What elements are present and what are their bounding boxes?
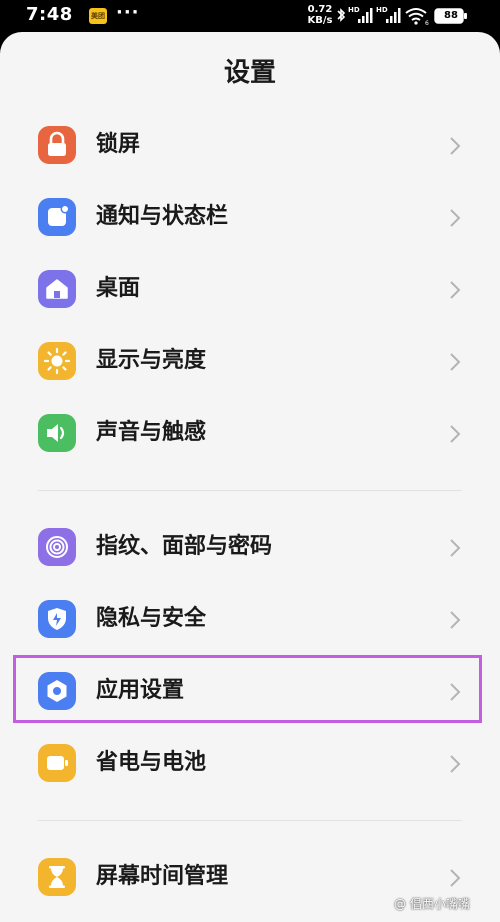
settings-item-label: 隐私与安全 (96, 606, 207, 631)
hourglass-icon (38, 858, 76, 896)
svg-text:HD: HD (348, 6, 360, 14)
home-icon (38, 270, 76, 308)
settings-item-label: 通知与状态栏 (96, 204, 229, 229)
page-title: 设置 (223, 58, 276, 88)
status-bar: 7:48 美团 ··· 0.72 KB/s HD HD 6 88 (0, 0, 500, 32)
chevron-right-icon (450, 755, 461, 773)
fingerprint-icon (38, 528, 76, 566)
cellular-signal-icon: HD (348, 6, 373, 23)
shield-icon (38, 600, 76, 638)
lock-icon (38, 126, 76, 164)
settings-item-app-settings[interactable]: 应用设置 (0, 658, 500, 724)
status-time: 7:48 (26, 4, 73, 25)
wifi-icon: 6 (405, 8, 429, 26)
settings-item-lock-screen[interactable]: 锁屏 (0, 112, 500, 178)
bluetooth-icon (337, 8, 346, 22)
settings-sheet: 设置 锁屏 通知与状态栏 桌面 显示与亮度 声音与触感 指纹、面部与密码 隐私与… (0, 32, 500, 922)
more-notifications-icon: ··· (116, 2, 140, 23)
settings-item-fingerprint-face-password[interactable]: 指纹、面部与密码 (0, 514, 500, 580)
settings-item-privacy-security[interactable]: 隐私与安全 (0, 586, 500, 652)
settings-item-label: 显示与亮度 (96, 348, 207, 373)
chevron-right-icon (450, 611, 461, 629)
settings-item-label: 省电与电池 (96, 750, 207, 775)
notification-icon (38, 198, 76, 236)
app-settings-icon (38, 672, 76, 710)
settings-item-sound-haptics[interactable]: 声音与触感 (0, 400, 500, 466)
battery-icon (38, 744, 76, 782)
settings-item-label: 应用设置 (96, 678, 185, 703)
network-speed-unit: KB/s (307, 15, 333, 26)
settings-item-display-brightness[interactable]: 显示与亮度 (0, 328, 500, 394)
network-speed: 0.72 KB/s (306, 4, 334, 26)
settings-item-label: 锁屏 (96, 132, 141, 157)
watermark: @ 倡西小嘴嘴 (394, 897, 470, 911)
chevron-right-icon (450, 869, 461, 887)
meituan-app-icon: 美团 (89, 8, 107, 24)
svg-text:6: 6 (425, 20, 429, 26)
settings-item-home-screen[interactable]: 桌面 (0, 256, 500, 322)
settings-item-notifications[interactable]: 通知与状态栏 (0, 184, 500, 250)
chevron-right-icon (450, 539, 461, 557)
chevron-right-icon (450, 425, 461, 443)
chevron-right-icon (450, 137, 461, 155)
chevron-right-icon (450, 683, 461, 701)
svg-text:HD: HD (376, 6, 388, 14)
cellular-signal-icon: HD (376, 6, 401, 23)
settings-item-power-battery[interactable]: 省电与电池 (0, 730, 500, 796)
network-speed-value: 0.72 (307, 4, 333, 15)
status-icons: HD HD 6 88 (334, 3, 494, 29)
section-divider (38, 820, 462, 821)
chevron-right-icon (450, 281, 461, 299)
settings-item-label: 指纹、面部与密码 (96, 534, 273, 559)
chevron-right-icon (450, 353, 461, 371)
settings-item-label: 声音与触感 (96, 420, 207, 445)
settings-item-label: 桌面 (96, 276, 141, 301)
battery-percentage: 88 (444, 10, 458, 21)
speaker-icon (38, 414, 76, 452)
section-divider (38, 490, 462, 491)
sun-icon (38, 342, 76, 380)
chevron-right-icon (450, 209, 461, 227)
settings-item-label: 屏幕时间管理 (96, 864, 229, 889)
